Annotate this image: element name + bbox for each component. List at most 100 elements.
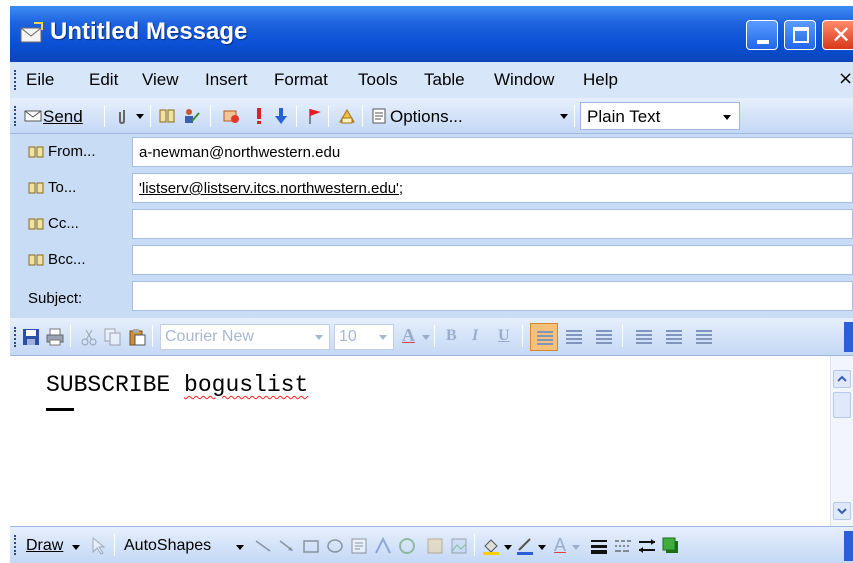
check-names-icon[interactable] [182, 107, 200, 125]
menu-view[interactable]: View [142, 70, 179, 90]
shadow-style-icon[interactable] [662, 537, 680, 555]
italic-button[interactable]: I [472, 327, 478, 345]
save-icon[interactable] [22, 328, 40, 346]
menubar-grip[interactable] [14, 70, 17, 90]
from-button[interactable]: From... [18, 138, 126, 166]
copy-icon[interactable] [104, 328, 122, 346]
menu-format[interactable]: Format [274, 70, 328, 90]
close-icon: ✕ [831, 21, 852, 49]
vertical-scrollbar[interactable] [830, 356, 853, 526]
autoshapes-dropdown-icon[interactable] [236, 545, 244, 550]
message-options-icon[interactable] [338, 107, 356, 125]
menu-table[interactable]: Table [424, 70, 465, 90]
scroll-down-button[interactable] [833, 502, 851, 520]
numbering-button[interactable] [630, 323, 658, 351]
address-book-icon[interactable] [158, 107, 176, 125]
numbered-list-icon [636, 330, 652, 344]
line-icon[interactable] [254, 537, 272, 555]
align-right-button[interactable] [590, 323, 618, 351]
font-color-dropdown-icon[interactable] [422, 335, 430, 340]
toolbar-grip[interactable] [14, 106, 17, 126]
print-icon[interactable] [46, 328, 64, 346]
text-box-icon[interactable] [350, 537, 368, 555]
cc-button[interactable]: Cc... [18, 210, 126, 238]
font-color-dropdown-icon[interactable] [572, 545, 580, 550]
scroll-thumb[interactable] [833, 392, 851, 418]
font-size-select[interactable]: 10 [334, 324, 394, 350]
document-close-icon[interactable]: × [838, 68, 853, 89]
toolbar-separator [474, 534, 475, 556]
paperclip-icon[interactable] [114, 107, 132, 125]
arrow-icon[interactable] [278, 537, 296, 555]
menu-edit[interactable]: Edit [89, 70, 118, 90]
drawbar-grip[interactable] [14, 535, 17, 555]
cut-icon[interactable] [80, 328, 98, 346]
paste-icon[interactable] [128, 328, 146, 346]
font-color-button[interactable]: A [402, 325, 415, 346]
bcc-button[interactable]: Bcc... [18, 246, 126, 274]
menu-insert[interactable]: Insert [205, 70, 248, 90]
to-button[interactable]: To... [18, 174, 126, 202]
message-body[interactable]: SUBSCRIBE boguslist [10, 356, 853, 526]
select-objects-icon[interactable] [90, 537, 108, 555]
send-button[interactable]: Send [43, 107, 83, 127]
cc-label: Cc... [48, 215, 79, 232]
insert-picture-icon[interactable] [450, 537, 468, 555]
toolbar-overflow-button[interactable] [844, 531, 853, 561]
toolbar-overflow-button[interactable] [844, 322, 853, 352]
from-field[interactable]: a-newman@northwestern.edu [132, 137, 853, 167]
drawing-font-color-button[interactable]: A [554, 535, 566, 556]
bcc-label: Bcc... [48, 251, 86, 268]
toolbar-separator [70, 325, 71, 347]
font-name-select[interactable]: Courier New [160, 324, 330, 350]
attach-dropdown-icon[interactable] [136, 114, 144, 119]
clip-art-icon[interactable] [426, 537, 444, 555]
indent-button[interactable] [690, 323, 718, 351]
oval-icon[interactable] [326, 537, 344, 555]
wordart-icon[interactable] [374, 537, 392, 555]
bcc-field[interactable] [132, 245, 853, 275]
close-button[interactable]: ✕ [822, 20, 853, 50]
dash-style-icon[interactable] [614, 537, 632, 555]
high-importance-icon[interactable] [250, 107, 268, 125]
maximize-button[interactable] [784, 20, 816, 50]
arrow-style-icon[interactable] [638, 537, 656, 555]
to-field[interactable]: 'listserv@listserv.itcs.northwestern.edu… [132, 173, 853, 203]
address-header-pane: From... a-newman@northwestern.edu To... … [10, 134, 853, 318]
autoshapes-menu-button[interactable]: AutoShapes [124, 537, 211, 555]
diagram-icon[interactable] [398, 537, 416, 555]
menu-tools[interactable]: Tools [358, 70, 398, 90]
line-style-icon[interactable] [590, 537, 608, 555]
cc-field[interactable] [132, 209, 853, 239]
line-color-icon[interactable] [516, 537, 534, 555]
options-button[interactable]: Options... [390, 107, 463, 127]
bold-button[interactable]: B [446, 327, 457, 345]
toolbar-separator [104, 105, 105, 127]
fill-color-icon[interactable] [482, 537, 500, 555]
flag-icon[interactable] [306, 107, 324, 125]
chevron-down-icon [837, 508, 847, 515]
low-importance-icon[interactable] [272, 107, 290, 125]
permission-icon[interactable] [222, 107, 240, 125]
rectangle-icon[interactable] [302, 537, 320, 555]
subject-field[interactable] [132, 281, 853, 311]
align-center-button[interactable] [560, 323, 588, 351]
underline-button[interactable]: U [498, 327, 510, 345]
line-color-dropdown-icon[interactable] [538, 545, 546, 550]
minimize-button[interactable] [746, 20, 778, 50]
message-format-select[interactable]: Plain Text [580, 102, 740, 130]
options-dropdown-icon[interactable] [560, 114, 568, 119]
window-title: Untitled Message [50, 18, 248, 45]
menu-help[interactable]: Help [583, 70, 618, 90]
menu-window[interactable]: Window [494, 70, 554, 90]
draw-dropdown-icon[interactable] [72, 545, 80, 550]
draw-menu-button[interactable]: Draw [26, 537, 63, 555]
fmtbar-grip[interactable] [14, 327, 17, 347]
bullets-button[interactable] [660, 323, 688, 351]
align-left-button[interactable] [530, 323, 558, 351]
align-right-icon [596, 330, 612, 344]
fill-color-dropdown-icon[interactable] [504, 545, 512, 550]
title-bar[interactable]: Untitled Message ✕ [10, 6, 853, 62]
menu-file[interactable]: Eile [26, 70, 54, 90]
scroll-up-button[interactable] [833, 370, 851, 388]
